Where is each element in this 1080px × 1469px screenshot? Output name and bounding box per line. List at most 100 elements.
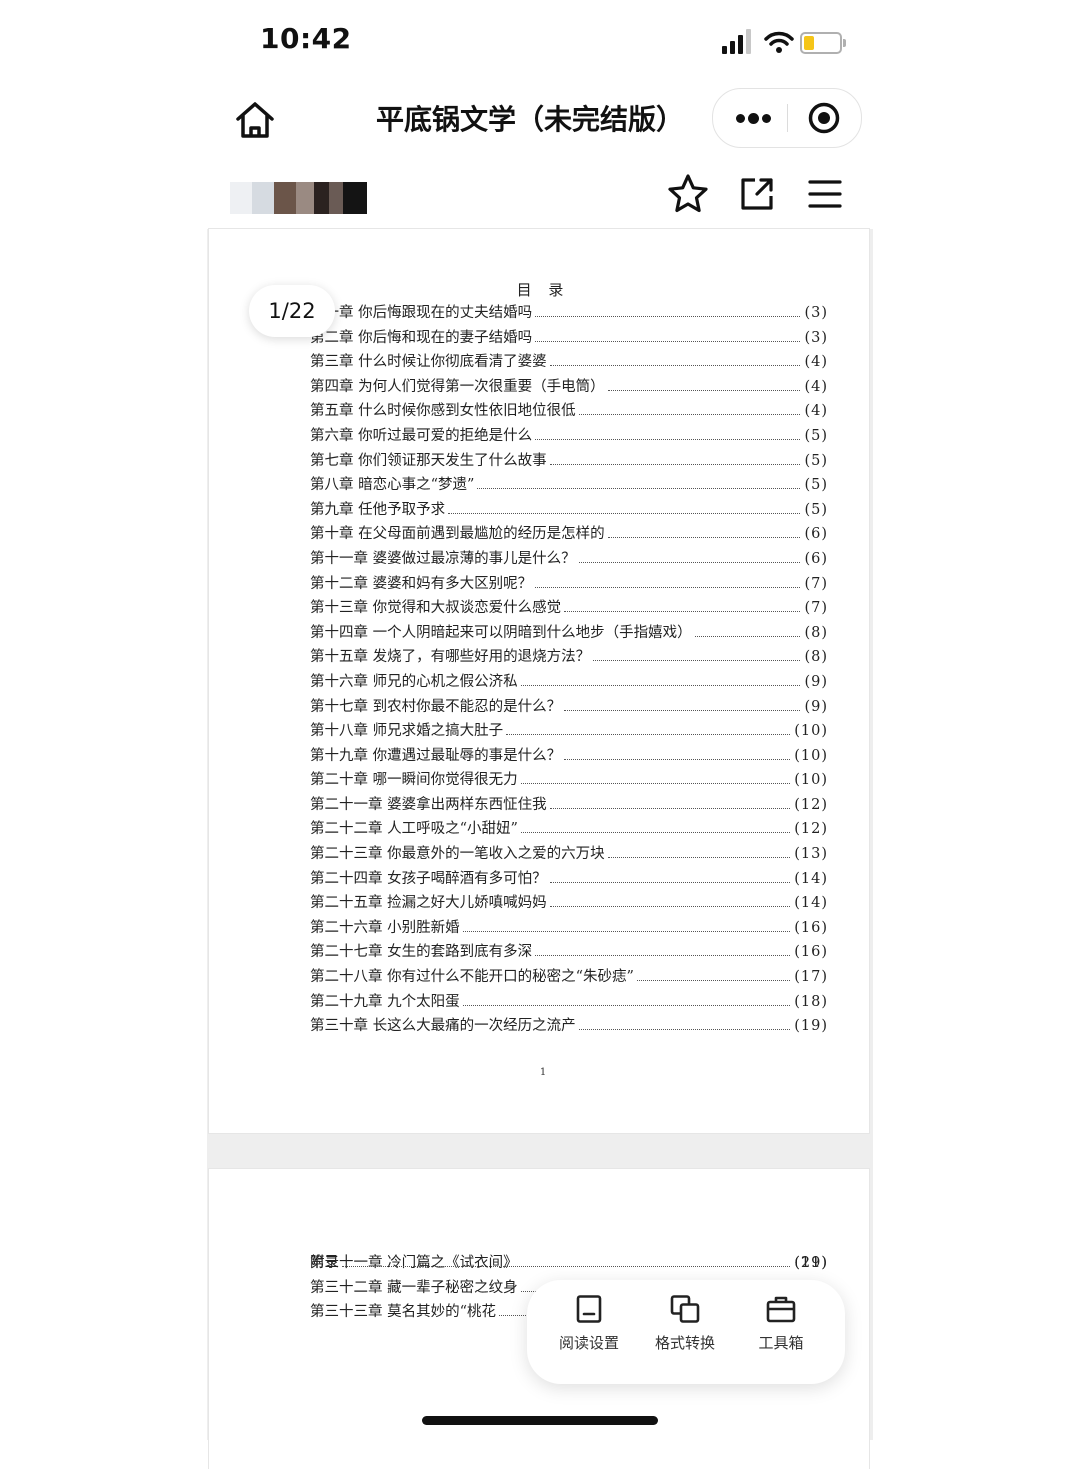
toc-entry-title: 第八章 暗恋心事之“梦遗” (310, 477, 475, 494)
toc-entry-page: (9) (804, 698, 828, 715)
toc-entry-page: (12) (794, 821, 828, 838)
toc-entry-page: (14) (794, 870, 828, 887)
toc-entry-page: (18) (794, 993, 828, 1010)
toc-leader-dots (607, 537, 801, 539)
toc-leader-dots (535, 955, 791, 957)
reading-settings-button[interactable]: 阅读设置 (541, 1294, 637, 1374)
toc-entry[interactable]: 第六章 你听过最可爱的拒绝是什么 (5) (310, 424, 828, 449)
capsule-menu (712, 88, 862, 148)
toc-entry-page: (7) (804, 600, 828, 617)
home-indicator (422, 1416, 658, 1425)
toc-entry[interactable]: 第七章 你们领证那天发生了什么故事 (5) (310, 449, 828, 474)
toc-entry[interactable]: 第十七章 到农村你最不能忍的是什么？ (9) (310, 695, 828, 720)
toc-entry-page: (10) (794, 723, 828, 740)
toc-entry-page: (12) (794, 796, 828, 813)
toc-entry-title: 第四章 为何人们觉得第一次很重要（手电筒） (310, 378, 605, 395)
document-viewer[interactable]: 目 录 第一章 你后悔跟现在的丈夫结婚吗 (3) 第二章 你后悔和现在的妻子结婚吗(… (207, 229, 873, 1469)
toc-leader-dots (535, 438, 801, 440)
wifi-icon (764, 31, 794, 53)
cellular-signal-icon (722, 28, 754, 54)
toc-entry[interactable]: 第八章 暗恋心事之“梦遗” (5) (310, 473, 828, 498)
menu-icon[interactable] (803, 172, 847, 216)
toc-entry[interactable]: 第九章 任他予取予求 (5) (310, 498, 828, 523)
toc-leader-dots (342, 1266, 791, 1267)
toc-entry[interactable]: 第二十四章 女孩子喝醉酒有多可怕？ (14) (310, 867, 828, 892)
toc-entry[interactable]: 第二十八章 你有过什么不能开口的秘密之“朱砂痣” (17) (310, 965, 828, 990)
toc-entry-title: 第二十三章 你最意外的一笔收入之爱的六万块 (310, 846, 605, 863)
toc-entry-page: (10) (794, 747, 828, 764)
toc-leader-dots (520, 832, 791, 834)
toc-leader-dots (578, 1029, 791, 1031)
toc-entry-title: 第二章 你后悔和现在的妻子结婚吗 (310, 329, 533, 346)
toc-leader-dots (462, 1004, 791, 1006)
toc-entry-page: (3) (804, 329, 828, 346)
toc-entry[interactable]: 第二十章 哪一瞬间你觉得很无力 (10) (310, 768, 828, 793)
toc-entry[interactable]: 第三十章 长这么大最痛的一次经历之流产 (19) (310, 1014, 828, 1039)
toc-entry[interactable]: 第二十三章 你最意外的一笔收入之爱的六万块 (13) (310, 842, 828, 867)
toc-entry[interactable]: 第二十一章 婆婆拿出两样东西怔住我 (12) (310, 793, 828, 818)
toc-leader-dots (549, 463, 801, 465)
toolbox-label: 工具箱 (758, 1334, 804, 1352)
toc-entry[interactable]: 第十二章 婆婆和妈有多大区别呢？ (7) (310, 572, 828, 597)
toc-entry[interactable]: 第二十二章 人工呼吸之“小甜妞” (12) (310, 817, 828, 842)
toc-entry[interactable]: 第三章 什么时候让你彻底看清了婆婆 (4) (310, 350, 828, 375)
toc-entry[interactable]: 第四章 为何人们觉得第一次很重要（手电筒） (4) (310, 375, 828, 400)
toc-leader-dots (506, 734, 791, 736)
avatar (230, 182, 367, 214)
toc-leader-dots (593, 660, 801, 662)
page-number: 1 (539, 1067, 547, 1078)
toc-list: 第一章 你后悔跟现在的丈夫结婚吗 (3) 第二章 你后悔和现在的妻子结婚吗 (3) 第三… (310, 301, 828, 1039)
toc-leader-dots (694, 635, 801, 637)
toc-entry[interactable]: 第二十七章 女生的套路到底有多深 (16) (310, 940, 828, 965)
toc-entry[interactable]: 第二章 你后悔和现在的妻子结婚吗 (3) (310, 326, 828, 351)
document-toolbar (0, 160, 1080, 228)
home-icon[interactable] (232, 98, 278, 142)
toc-entry-title: 第十八章 师兄求婚之搞大肚子 (310, 723, 504, 740)
toc-entry-page: (9) (804, 673, 828, 690)
share-icon[interactable] (735, 172, 779, 216)
toc-entry-page: (5) (804, 427, 828, 444)
format-convert-button[interactable]: 格式转换 (637, 1294, 733, 1374)
toc-entry[interactable]: 第一章 你后悔跟现在的丈夫结婚吗 (3) (310, 301, 828, 326)
toc-entry-title: 第三十二章 藏一辈子秘密之纹身 (310, 1279, 518, 1296)
toc-entry-page: (8) (804, 649, 828, 666)
toc-entry[interactable]: 第十五章 发烧了，有哪些好用的退烧方法？ (8) (310, 645, 828, 670)
toc-leader-dots (535, 586, 801, 588)
toc-entry[interactable]: 第十六章 师兄的心机之假公济私 (9) (310, 670, 828, 695)
capsule-divider (787, 104, 788, 132)
toc-entry[interactable]: 第十一章 婆婆做过最凉薄的事儿是什么？ (6) (310, 547, 828, 572)
toc-leader-dots (477, 488, 801, 490)
toc-leader-dots (607, 389, 801, 391)
toc-entry-title: 第三十章 长这么大最痛的一次经历之流产 (310, 1018, 576, 1035)
toc-entry[interactable]: 第二十五章 捡漏之好大儿娇嗔喊妈妈 (14) (310, 891, 828, 916)
toc-entry[interactable]: 第二十六章 小别胜新婚 (16) (310, 916, 828, 941)
toc-entry-title: 第五章 什么时候你感到女性依旧地位很低 (310, 403, 576, 420)
toc-entry-title: 第二十八章 你有过什么不能开口的秘密之“朱砂痣” (310, 969, 634, 986)
toc-entry[interactable]: 第二十九章 九个太阳蛋 (18) (310, 990, 828, 1015)
toc-entry-page: (4) (804, 403, 828, 420)
star-icon[interactable] (666, 172, 710, 216)
toolbox-button[interactable]: 工具箱 (733, 1294, 829, 1374)
toc-entry[interactable]: 第五章 什么时候你感到女性依旧地位很低 (4) (310, 399, 828, 424)
reading-settings-icon (576, 1295, 602, 1323)
toc-leader-dots (535, 340, 801, 342)
toc-entry-title: 第九章 任他予取予求 (310, 501, 446, 518)
toc-entry-title: 第十七章 到农村你最不能忍的是什么？ (310, 698, 562, 715)
more-icon[interactable] (719, 89, 785, 147)
toc-entry[interactable]: 第十九章 你遭遇过最耻辱的事是什么？ (10) (310, 744, 828, 769)
toc-leader-dots (549, 807, 791, 809)
toc-entry-page: (14) (794, 895, 828, 912)
close-miniprogram-icon[interactable] (807, 101, 841, 135)
toc-entry-title: 附录 (310, 1255, 339, 1271)
toc-entry-title: 第十六章 师兄的心机之假公济私 (310, 673, 518, 690)
toc-entry-title: 第二十九章 九个太阳蛋 (310, 993, 460, 1010)
toc-leader-dots (564, 709, 801, 711)
toc-entry[interactable]: 第十八章 师兄求婚之搞大肚子 (10) (310, 719, 828, 744)
toc-entry[interactable]: 第十三章 你觉得和大叔谈恋爱什么感觉 (7) (310, 596, 828, 621)
toc-entry-page: (13) (794, 846, 828, 863)
toc-entry-page: (17) (794, 969, 828, 986)
toc-entry[interactable]: 第十四章 一个人阴暗起来可以阴暗到什么地步（手指嬉戏） (8) (310, 621, 828, 646)
toc-entry[interactable]: 第十章 在父母面前遇到最尴尬的经历是怎样的 (6) (310, 522, 828, 547)
toc-entry[interactable]: 附录 (21) (310, 1251, 828, 1276)
toc-leader-dots (578, 561, 801, 563)
